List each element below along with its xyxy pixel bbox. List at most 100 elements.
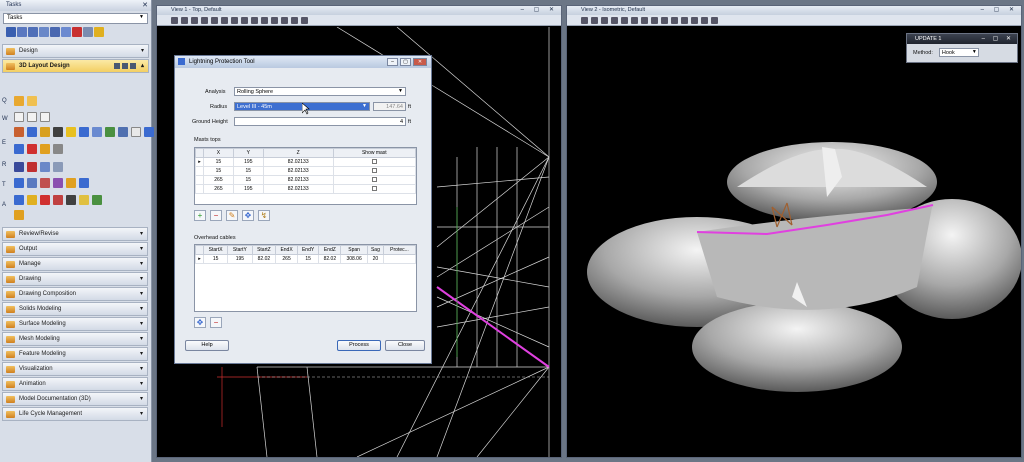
tool-icon[interactable] bbox=[79, 178, 89, 188]
cell[interactable]: 265 bbox=[203, 175, 234, 185]
ground-height-input[interactable]: 4 bbox=[234, 117, 406, 126]
chevron-down-icon[interactable]: ▾ bbox=[140, 335, 143, 342]
tool-icon[interactable] bbox=[40, 127, 50, 137]
column-header[interactable]: EndX bbox=[275, 245, 298, 255]
view-tool-icon[interactable] bbox=[281, 17, 288, 24]
chevron-down-icon[interactable]: ▾ bbox=[141, 47, 144, 54]
view-2-canvas[interactable] bbox=[567, 27, 1021, 457]
cell[interactable]: 82.02133 bbox=[262, 157, 334, 167]
zoom-out-icon[interactable] bbox=[201, 17, 208, 24]
table-row[interactable]: ▸ 15 195 82.02133 bbox=[195, 157, 417, 167]
cell[interactable]: 15 bbox=[202, 254, 229, 264]
tool-icon[interactable] bbox=[92, 127, 102, 137]
chevron-down-icon[interactable]: ▾ bbox=[140, 410, 143, 417]
tool-icon[interactable] bbox=[14, 144, 24, 154]
tool-icon[interactable] bbox=[144, 127, 154, 137]
cell[interactable]: 82.02133 bbox=[262, 166, 334, 176]
tool-icon[interactable]: ↯ bbox=[258, 210, 270, 221]
pick-point-icon[interactable]: ✥ bbox=[242, 210, 254, 221]
tool-icon[interactable] bbox=[105, 127, 115, 137]
cell[interactable]: 15 bbox=[203, 166, 234, 176]
show-mast-checkbox[interactable] bbox=[371, 185, 377, 191]
view-tool-icon[interactable] bbox=[691, 17, 698, 24]
section-design[interactable]: Design ▾ bbox=[2, 44, 149, 58]
tool-icon[interactable] bbox=[66, 195, 76, 205]
section-review-revise[interactable]: Review/Revise ▾ bbox=[2, 227, 148, 241]
row-selector[interactable]: ▸ bbox=[195, 157, 204, 167]
cell[interactable]: 195 bbox=[227, 254, 253, 264]
section-output[interactable]: Output ▾ bbox=[2, 242, 148, 256]
tool-icon[interactable] bbox=[27, 112, 37, 122]
tool-icon[interactable] bbox=[27, 96, 37, 106]
edit-icon[interactable]: ✎ bbox=[226, 210, 238, 221]
tool-icon[interactable] bbox=[92, 195, 102, 205]
view-tool-icon[interactable] bbox=[271, 17, 278, 24]
cell[interactable]: 15 bbox=[296, 254, 320, 264]
tool-icon[interactable] bbox=[40, 178, 50, 188]
show-mast-checkbox[interactable] bbox=[371, 167, 377, 173]
section-3d-layout-design[interactable]: 3D Layout Design ▴ bbox=[2, 59, 149, 73]
column-header[interactable]: EndY bbox=[296, 245, 320, 255]
column-header[interactable]: Span bbox=[340, 245, 368, 255]
section-model-documentation[interactable]: Model Documentation (3D) ▾ bbox=[2, 392, 148, 406]
view-tool-icon[interactable] bbox=[701, 17, 708, 24]
column-header[interactable]: StartX bbox=[202, 245, 229, 255]
tool-icon[interactable] bbox=[14, 127, 24, 137]
chevron-down-icon[interactable]: ▾ bbox=[140, 230, 143, 237]
cell[interactable]: 195 bbox=[232, 184, 264, 194]
tool-icon[interactable] bbox=[40, 195, 50, 205]
tool-icon[interactable] bbox=[14, 162, 24, 172]
cell[interactable]: 82.02133 bbox=[262, 184, 334, 194]
tool-icon[interactable] bbox=[50, 27, 60, 37]
window-buttons[interactable]: – ▢ ✕ bbox=[982, 35, 1014, 42]
chevron-down-icon[interactable]: ▾ bbox=[140, 245, 143, 252]
column-header[interactable]: StartZ bbox=[251, 245, 277, 255]
tool-icon[interactable] bbox=[14, 195, 24, 205]
table-row[interactable]: 265 195 82.02133 bbox=[195, 184, 417, 194]
cell[interactable] bbox=[382, 254, 417, 264]
tool-icon[interactable] bbox=[27, 144, 37, 154]
row-selector[interactable] bbox=[195, 184, 204, 194]
remove-cable-button[interactable]: − bbox=[210, 317, 222, 328]
view-mode-buttons[interactable] bbox=[114, 63, 136, 69]
section-drawing-composition[interactable]: Drawing Composition ▾ bbox=[2, 287, 148, 301]
section-manage[interactable]: Manage ▾ bbox=[2, 257, 148, 271]
tool-icon[interactable] bbox=[53, 162, 63, 172]
fit-view-icon[interactable] bbox=[221, 17, 228, 24]
method-select[interactable]: Hook ▼ bbox=[938, 48, 979, 57]
tool-icon[interactable] bbox=[83, 27, 93, 37]
zoom-out-icon[interactable] bbox=[611, 17, 618, 24]
show-mast-checkbox[interactable] bbox=[371, 176, 377, 182]
show-mast-checkbox[interactable] bbox=[371, 158, 377, 164]
tool-icon[interactable] bbox=[17, 27, 27, 37]
tool-icon[interactable] bbox=[40, 112, 50, 122]
chevron-down-icon[interactable]: ▾ bbox=[140, 380, 143, 387]
view-tool-icon[interactable] bbox=[171, 17, 178, 24]
table-row[interactable]: 265 15 82.02133 bbox=[195, 175, 417, 185]
element-selection-icon[interactable] bbox=[6, 27, 16, 37]
chevron-down-icon[interactable]: ▼ bbox=[137, 14, 146, 23]
tool-icon[interactable] bbox=[53, 144, 63, 154]
process-button[interactable]: Process bbox=[337, 340, 381, 351]
delete-icon[interactable] bbox=[72, 27, 82, 37]
row-selector[interactable] bbox=[195, 175, 204, 185]
remove-mast-button[interactable]: − bbox=[210, 210, 222, 221]
column-header[interactable]: EndZ bbox=[318, 245, 342, 255]
cell[interactable]: 15 bbox=[232, 175, 264, 185]
column-header[interactable]: Z bbox=[262, 148, 334, 158]
section-life-cycle-management[interactable]: Life Cycle Management ▾ bbox=[2, 407, 148, 421]
zoom-in-icon[interactable] bbox=[191, 17, 198, 24]
pan-view-icon[interactable] bbox=[651, 17, 658, 24]
column-header[interactable]: Protec... bbox=[382, 245, 417, 255]
chevron-down-icon[interactable]: ▾ bbox=[140, 365, 143, 372]
chevron-down-icon[interactable]: ▾ bbox=[140, 305, 143, 312]
tool-icon[interactable] bbox=[40, 144, 50, 154]
help-button[interactable]: Help bbox=[185, 340, 229, 351]
window-area-icon[interactable] bbox=[621, 17, 628, 24]
chevron-up-icon[interactable]: ▴ bbox=[141, 62, 144, 69]
column-header[interactable]: StartY bbox=[227, 245, 253, 255]
section-drawing[interactable]: Drawing ▾ bbox=[2, 272, 148, 286]
chevron-down-icon[interactable]: ▼ bbox=[972, 49, 977, 55]
row-selector[interactable]: ▸ bbox=[195, 254, 204, 264]
chevron-down-icon[interactable]: ▼ bbox=[398, 88, 403, 94]
